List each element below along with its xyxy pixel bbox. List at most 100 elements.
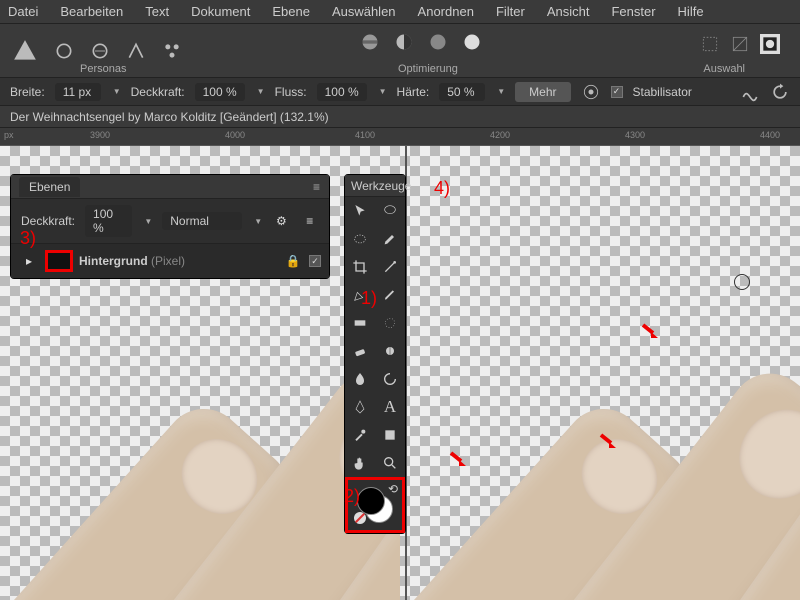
gradient-tool-icon[interactable] bbox=[345, 309, 375, 337]
annotation-1: 1) bbox=[361, 288, 377, 309]
chevron-down-icon[interactable]: ▼ bbox=[113, 87, 121, 96]
crop-tool-icon[interactable] bbox=[345, 253, 375, 281]
app-logo-icon bbox=[12, 38, 38, 64]
curve-mode-icon[interactable] bbox=[740, 82, 760, 102]
more-button[interactable]: Mehr bbox=[515, 82, 570, 102]
ruler-tick: 4100 bbox=[355, 130, 375, 140]
dodge-tool-icon[interactable] bbox=[375, 365, 405, 393]
zoom-tool-icon[interactable] bbox=[375, 449, 405, 477]
annotation-3: 3) bbox=[20, 228, 36, 249]
canvas-right[interactable] bbox=[400, 146, 800, 600]
panel-menu-icon[interactable]: ≡ bbox=[301, 211, 319, 231]
liquify-persona-icon[interactable] bbox=[54, 41, 74, 61]
chevron-down-icon[interactable]: ▼ bbox=[379, 87, 387, 96]
smudge-tool-icon[interactable] bbox=[375, 337, 405, 365]
layer-thumbnail[interactable] bbox=[45, 250, 73, 272]
menu-document[interactable]: Dokument bbox=[191, 4, 250, 19]
hand-tool-icon[interactable] bbox=[345, 449, 375, 477]
foreground-color-swatch[interactable] bbox=[357, 487, 385, 515]
layer-opacity-label: Deckkraft: bbox=[21, 214, 75, 228]
arrow-icon bbox=[598, 432, 624, 458]
persona-label: Personas bbox=[80, 63, 126, 75]
text-tool-icon[interactable]: A bbox=[375, 393, 405, 421]
opacity-label: Deckkraft: bbox=[131, 85, 185, 99]
opt-half-icon[interactable] bbox=[394, 32, 414, 52]
opacity-value[interactable]: 100 % bbox=[195, 83, 245, 101]
layers-tab[interactable]: Ebenen bbox=[19, 177, 80, 197]
eraser-tool-icon[interactable] bbox=[345, 337, 375, 365]
move-tool-icon[interactable] bbox=[345, 197, 375, 225]
wand-tool-icon[interactable] bbox=[375, 253, 405, 281]
optimierung-label: Optimierung bbox=[398, 63, 458, 75]
layer-row[interactable]: ▸ Hintergrund (Pixel) 🔒 ✓ bbox=[11, 244, 329, 278]
tools-title: Werkzeuge bbox=[351, 179, 411, 193]
brush-settings-icon[interactable] bbox=[581, 82, 601, 102]
arrow-icon bbox=[448, 450, 474, 476]
opt-quarter-icon[interactable] bbox=[428, 32, 448, 52]
lasso-tool-icon[interactable] bbox=[375, 197, 405, 225]
ruler-tick: 4200 bbox=[490, 130, 510, 140]
opt-none-icon[interactable] bbox=[360, 32, 380, 52]
menu-filter[interactable]: Filter bbox=[496, 4, 525, 19]
chevron-down-icon[interactable]: ▼ bbox=[254, 217, 262, 226]
ruler-tick: 4300 bbox=[625, 130, 645, 140]
swap-colors-icon[interactable]: ⟲ bbox=[388, 482, 398, 496]
ruler-tick: 4000 bbox=[225, 130, 245, 140]
hardness-value[interactable]: 50 % bbox=[439, 83, 485, 101]
width-label: Breite: bbox=[10, 85, 45, 99]
chevron-down-icon[interactable]: ▼ bbox=[257, 87, 265, 96]
brush-cursor bbox=[734, 274, 750, 290]
menu-layer[interactable]: Ebene bbox=[272, 4, 310, 19]
selection-invert-icon[interactable] bbox=[730, 34, 750, 54]
shape-tool-icon[interactable] bbox=[375, 421, 405, 449]
annotation-2: 2) bbox=[344, 486, 360, 507]
stabilizer-label: Stabilisator bbox=[633, 85, 692, 99]
vector-pen-icon[interactable] bbox=[345, 393, 375, 421]
stabilizer-checkbox[interactable]: ✓ bbox=[611, 86, 623, 98]
menu-file[interactable]: Datei bbox=[8, 4, 38, 19]
menu-text[interactable]: Text bbox=[145, 4, 169, 19]
gear-icon[interactable]: ⚙ bbox=[272, 211, 290, 231]
document-title: Der Weihnachtsengel by Marco Kolditz [Ge… bbox=[0, 106, 800, 128]
no-color-icon[interactable] bbox=[354, 512, 366, 524]
ellipse-select-icon[interactable] bbox=[345, 225, 375, 253]
opt-full-icon[interactable] bbox=[462, 32, 482, 52]
menu-bar: Datei Bearbeiten Text Dokument Ebene Aus… bbox=[0, 0, 800, 24]
layer-kind: (Pixel) bbox=[151, 254, 185, 268]
spray-tool-icon[interactable] bbox=[375, 309, 405, 337]
menu-select[interactable]: Auswählen bbox=[332, 4, 396, 19]
hardness-label: Härte: bbox=[397, 85, 430, 99]
flow-value[interactable]: 100 % bbox=[317, 83, 367, 101]
eyedropper-tool-icon[interactable] bbox=[345, 421, 375, 449]
blend-mode-select[interactable]: Normal bbox=[162, 212, 242, 230]
menu-edit[interactable]: Bearbeiten bbox=[60, 4, 123, 19]
panel-menu-icon[interactable]: ≡ bbox=[313, 180, 321, 194]
layer-name: Hintergrund bbox=[79, 254, 148, 268]
chevron-down-icon[interactable]: ▼ bbox=[144, 217, 152, 226]
tone-persona-icon[interactable] bbox=[126, 41, 146, 61]
burn-tool-icon[interactable] bbox=[345, 365, 375, 393]
width-value[interactable]: 11 px bbox=[55, 83, 101, 101]
export-persona-icon[interactable] bbox=[162, 41, 182, 61]
flow-label: Fluss: bbox=[275, 85, 307, 99]
chevron-down-icon[interactable]: ▼ bbox=[497, 87, 505, 96]
develop-persona-icon[interactable] bbox=[90, 41, 110, 61]
menu-help[interactable]: Hilfe bbox=[678, 4, 704, 19]
layer-visible-checkbox[interactable]: ✓ bbox=[309, 255, 321, 267]
selection-mask-icon[interactable] bbox=[760, 34, 780, 54]
expand-icon[interactable]: ▸ bbox=[19, 251, 39, 271]
lock-icon[interactable]: 🔒 bbox=[283, 251, 303, 271]
brush-tool-icon[interactable] bbox=[375, 225, 405, 253]
paint-brush-tool-icon[interactable] bbox=[375, 281, 405, 309]
ruler-horizontal: px 3900 4000 4100 4200 4300 4400 bbox=[0, 128, 800, 146]
menu-view[interactable]: Ansicht bbox=[547, 4, 590, 19]
layers-panel: Ebenen ≡ Deckkraft: 100 % ▼ Normal ▼ ⚙ ≡ ▸… bbox=[10, 174, 330, 279]
tools-panel: Werkzeuge A ⟲ bbox=[344, 174, 406, 534]
layer-opacity-value[interactable]: 100 % bbox=[85, 205, 132, 237]
menu-arrange[interactable]: Anordnen bbox=[418, 4, 474, 19]
selection-rect-icon[interactable] bbox=[700, 34, 720, 54]
reset-icon[interactable] bbox=[770, 82, 790, 102]
menu-window[interactable]: Fenster bbox=[611, 4, 655, 19]
ruler-tick: 4400 bbox=[760, 130, 780, 140]
annotation-4: 4) bbox=[434, 178, 450, 199]
